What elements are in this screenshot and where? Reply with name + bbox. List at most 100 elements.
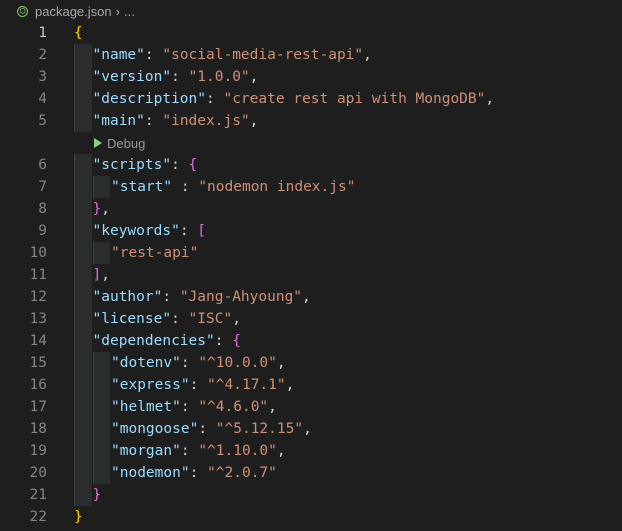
code-line[interactable]: 12 "author": "Jang-Ahyoung", xyxy=(0,286,622,308)
code-line[interactable]: 5 "main": "index.js", xyxy=(0,110,622,132)
code-line[interactable]: 8}, xyxy=(0,198,622,220)
code-token: "keywords" xyxy=(92,223,180,239)
indent-highlight xyxy=(74,154,92,176)
code-text: "morgan": "^1.10.0", xyxy=(111,440,286,462)
code-text: "license": "ISC", xyxy=(93,308,241,330)
line-number: 7 xyxy=(38,179,47,195)
code-line[interactable]: 14 "dependencies": { xyxy=(0,330,622,352)
code-token: { xyxy=(232,333,241,349)
indent-guide xyxy=(74,396,75,418)
code-token: "main" xyxy=(92,113,145,129)
code-line[interactable]: 11], xyxy=(0,264,622,286)
indent-highlight xyxy=(74,374,92,396)
code-token: "1.0.0" xyxy=(188,69,250,85)
line-number: 5 xyxy=(38,113,47,129)
code-token: , xyxy=(232,311,241,327)
code-line[interactable]: 16 "express": "^4.17.1", xyxy=(0,374,622,396)
line-number: 11 xyxy=(29,267,47,283)
line-number: 12 xyxy=(29,289,47,305)
code-line[interactable]: 21} xyxy=(0,484,622,506)
indent-highlight xyxy=(92,462,110,484)
code-line[interactable]: 9 "keywords": [ xyxy=(0,220,622,242)
code-token: "nodemon" xyxy=(111,465,190,481)
indent-guide xyxy=(92,396,94,418)
code-token: : xyxy=(214,333,233,349)
line-number: 22 xyxy=(29,509,47,525)
code-line[interactable]: 7 "start" : "nodemon index.js" xyxy=(0,176,622,198)
indent-guide xyxy=(74,176,75,198)
code-token: : xyxy=(180,355,199,371)
code-line[interactable]: 4 "description": "create rest api with Mo… xyxy=(0,88,622,110)
code-line[interactable]: 15 "dotenv": "^10.0.0", xyxy=(0,352,622,374)
code-text: "description": "create rest api with Mon… xyxy=(93,88,495,110)
indent-guide xyxy=(92,242,94,264)
code-line[interactable]: 2 "name": "social-media-rest-api", xyxy=(0,44,622,66)
code-token: "helmet" xyxy=(111,399,181,415)
code-text: } xyxy=(93,484,102,506)
indent-guide xyxy=(74,374,75,396)
indent-guide xyxy=(74,462,75,484)
indent-highlight xyxy=(92,418,110,440)
indent-guide xyxy=(74,44,75,66)
code-token: } xyxy=(92,201,102,217)
code-line[interactable]: 6 "scripts": { xyxy=(0,154,622,176)
code-line[interactable]: 13 "license": "ISC", xyxy=(0,308,622,330)
line-number: 18 xyxy=(29,421,47,437)
code-text: "nodemon": "^2.0.7" xyxy=(111,462,277,484)
indent-highlight xyxy=(74,484,92,506)
code-text: "start" : "nodemon index.js" xyxy=(111,176,355,198)
indent-highlight xyxy=(92,374,110,396)
code-text: "helmet": "^4.6.0", xyxy=(111,396,277,418)
indent-highlight xyxy=(92,352,110,374)
breadcrumb-file[interactable]: package.json xyxy=(35,4,112,19)
code-line[interactable]: 20 "nodemon": "^2.0.7" xyxy=(0,462,622,484)
code-token: "ISC" xyxy=(188,311,233,327)
code-token: "Jang-Ahyoung" xyxy=(179,289,303,305)
code-token: "nodemon index.js" xyxy=(198,179,356,195)
breadcrumb-more[interactable]: ... xyxy=(124,4,135,19)
indent-highlight xyxy=(74,88,92,110)
indent-highlight xyxy=(74,198,92,220)
code-line[interactable]: 10 "rest-api" xyxy=(0,242,622,264)
breadcrumb: ⬡ package.json › ... xyxy=(0,0,622,22)
indent-guide xyxy=(92,462,94,484)
code-line[interactable]: 1{ xyxy=(0,22,622,44)
code-line[interactable]: 19 "morgan": "^1.10.0", xyxy=(0,440,622,462)
code-text: ], xyxy=(93,264,110,286)
code-token: : xyxy=(144,113,163,129)
indent-guide xyxy=(92,418,94,440)
indent-guide xyxy=(92,176,94,198)
play-icon xyxy=(94,138,102,148)
code-token: "create rest api with MongoDB" xyxy=(223,91,486,107)
code-token: : xyxy=(162,289,180,305)
code-token: , xyxy=(485,91,495,107)
code-text: "version": "1.0.0", xyxy=(93,66,259,88)
indent-guide xyxy=(92,440,94,462)
code-token: "author" xyxy=(92,289,163,305)
code-text: "author": "Jang-Ahyoung", xyxy=(93,286,311,308)
code-line[interactable]: 22} xyxy=(0,506,622,528)
code-token: "^1.10.0" xyxy=(198,443,277,459)
indent-highlight xyxy=(74,462,92,484)
codelens-debug-label: Debug xyxy=(107,135,146,151)
indent-highlight xyxy=(74,330,92,352)
indent-highlight xyxy=(92,242,110,264)
indent-highlight xyxy=(74,264,92,286)
code-token: : xyxy=(144,47,163,63)
codelens-debug[interactable]: Debug xyxy=(94,133,145,153)
code-token: "^2.0.7" xyxy=(207,465,277,481)
indent-guide xyxy=(74,352,75,374)
code-token: , xyxy=(285,377,295,393)
code-token: "license" xyxy=(92,311,172,327)
code-token: : xyxy=(179,223,198,239)
indent-highlight xyxy=(74,440,92,462)
indent-guide xyxy=(92,352,94,374)
code-line[interactable]: 3 "version": "1.0.0", xyxy=(0,66,622,88)
code-token: "social-media-rest-api" xyxy=(162,47,364,63)
code-line[interactable]: 17 "helmet": "^4.6.0", xyxy=(0,396,622,418)
code-token: , xyxy=(101,267,110,283)
code-token: , xyxy=(302,289,311,305)
indent-highlight xyxy=(74,66,92,88)
code-line[interactable]: 18 "mongoose": "^5.12.15", xyxy=(0,418,622,440)
indent-guide xyxy=(74,110,75,132)
